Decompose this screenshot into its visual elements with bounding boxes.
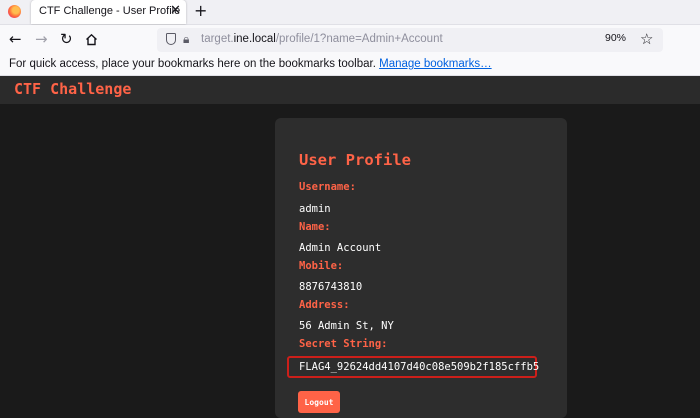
back-arrow-icon[interactable]: ← xyxy=(9,30,22,48)
mobile-value: 8876743810 xyxy=(299,281,363,293)
manage-bookmarks-link[interactable]: Manage bookmarks… xyxy=(379,58,492,70)
forward-arrow-icon[interactable]: → xyxy=(35,30,48,48)
name-value: Admin Account xyxy=(299,242,382,254)
connection-lock-icon[interactable]: 🔒︎ xyxy=(183,32,189,47)
home-icon[interactable] xyxy=(85,33,98,46)
tracking-protection-shield-icon[interactable] xyxy=(166,33,176,45)
bookmarks-toolbar: For quick access, place your bookmarks h… xyxy=(0,55,700,76)
zoom-level[interactable]: 90% xyxy=(605,32,626,44)
address-bar[interactable]: 🔒︎ target.ine.local/profile/1?name=Admin… xyxy=(157,28,663,52)
address-label: Address: xyxy=(299,299,350,311)
secret-string-label: Secret String: xyxy=(299,338,388,350)
close-tab-icon[interactable]: ✕ xyxy=(170,3,181,18)
username-value: admin xyxy=(299,203,331,215)
address-value: 56 Admin St, NY xyxy=(299,320,394,332)
profile-card: User Profile Username: admin Name: Admin… xyxy=(275,118,567,418)
page-title: User Profile xyxy=(299,151,411,169)
site-header: CTF Challenge xyxy=(0,76,700,104)
url-text[interactable]: target.ine.local/profile/1?name=Admin+Ac… xyxy=(201,33,443,45)
secret-string-value: FLAG4_92624dd4107d40c08e509b2f185cffb5 xyxy=(299,361,540,373)
site-title: CTF Challenge xyxy=(14,80,132,98)
name-label: Name: xyxy=(299,221,331,233)
bookmark-star-icon[interactable]: ☆ xyxy=(640,30,653,48)
browser-navigation-bar: ← → ↻ 🔒︎ target.ine.local/profile/1?name… xyxy=(0,25,700,55)
firefox-icon[interactable] xyxy=(8,5,21,18)
new-tab-button[interactable]: + xyxy=(194,1,207,20)
browser-tab-bar: CTF Challenge - User Profile ✕ + xyxy=(0,0,700,25)
tab-title: CTF Challenge - User Profile xyxy=(39,5,181,17)
browser-tab[interactable]: CTF Challenge - User Profile ✕ xyxy=(31,0,186,24)
mobile-label: Mobile: xyxy=(299,260,344,272)
logout-button[interactable]: Logout xyxy=(298,391,340,413)
username-label: Username: xyxy=(299,181,356,193)
reload-icon[interactable]: ↻ xyxy=(60,30,73,48)
bookmarks-hint: For quick access, place your bookmarks h… xyxy=(9,58,492,70)
